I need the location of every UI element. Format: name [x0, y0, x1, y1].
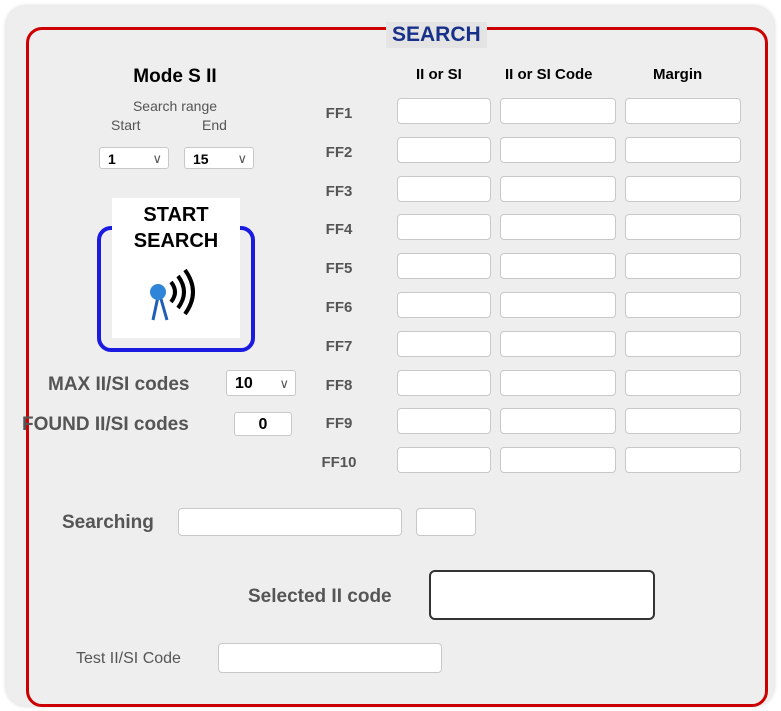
code-field[interactable]: [500, 253, 616, 279]
ii-or-si-field[interactable]: [397, 253, 491, 279]
code-field[interactable]: [500, 98, 616, 124]
start-search-label: START SEARCH: [112, 202, 240, 254]
panel-title: SEARCH: [386, 22, 487, 48]
ff-label: FF10: [321, 454, 357, 471]
margin-field[interactable]: [625, 214, 741, 240]
max-codes-select[interactable]: 10 ∨: [226, 370, 296, 396]
ff-label: FF8: [325, 377, 353, 394]
ff-label: FF3: [325, 183, 353, 200]
found-codes-value: 0: [234, 412, 292, 436]
code-field[interactable]: [500, 214, 616, 240]
start-search-line2: SEARCH: [133, 230, 219, 252]
found-codes-label: FOUND II/SI codes: [22, 414, 189, 435]
chevron-down-icon: ∨: [279, 376, 289, 391]
search-range-label: Search range: [132, 98, 218, 114]
searching-extra-field[interactable]: [416, 508, 476, 536]
margin-field[interactable]: [625, 447, 741, 473]
start-search-line1: START: [143, 204, 209, 226]
ff-label: FF2: [325, 144, 353, 161]
end-range-select[interactable]: 15 ∨: [184, 147, 254, 169]
end-range-value: 15: [193, 151, 209, 167]
code-field[interactable]: [500, 292, 616, 318]
ff-label: FF7: [325, 338, 353, 355]
end-label: End: [202, 117, 227, 133]
test-code-field[interactable]: [218, 643, 442, 673]
ff-label: FF1: [325, 105, 353, 122]
max-codes-label: MAX II/SI codes: [48, 374, 190, 395]
ii-or-si-field[interactable]: [397, 214, 491, 240]
code-field[interactable]: [500, 331, 616, 357]
ii-or-si-field[interactable]: [397, 176, 491, 202]
ff-label: FF9: [325, 415, 353, 432]
ff-label: FF5: [325, 260, 353, 277]
margin-field[interactable]: [625, 331, 741, 357]
code-field[interactable]: [500, 447, 616, 473]
start-range-select[interactable]: 1 ∨: [99, 147, 169, 169]
max-codes-value: 10: [235, 375, 253, 392]
code-field[interactable]: [500, 137, 616, 163]
radar-signal-icon: [150, 268, 195, 321]
ii-or-si-field[interactable]: [397, 292, 491, 318]
ff-label: FF6: [325, 299, 353, 316]
margin-field[interactable]: [625, 370, 741, 396]
ii-or-si-field[interactable]: [397, 447, 491, 473]
searching-label: Searching: [62, 512, 154, 533]
margin-field[interactable]: [625, 292, 741, 318]
mode-heading: Mode S II: [133, 66, 217, 87]
start-range-value: 1: [108, 151, 116, 167]
start-label: Start: [111, 117, 141, 133]
test-code-label: Test II/SI Code: [76, 650, 181, 667]
column-header-margin: Margin: [653, 66, 703, 83]
margin-field[interactable]: [625, 408, 741, 434]
margin-field[interactable]: [625, 176, 741, 202]
code-field[interactable]: [500, 370, 616, 396]
selected-code-field[interactable]: [429, 570, 655, 620]
ii-or-si-field[interactable]: [397, 370, 491, 396]
chevron-down-icon: ∨: [237, 151, 247, 166]
margin-field[interactable]: [625, 137, 741, 163]
ii-or-si-field[interactable]: [397, 137, 491, 163]
margin-field[interactable]: [625, 98, 741, 124]
code-field[interactable]: [500, 408, 616, 434]
column-header-ii-or-si: II or SI: [416, 66, 462, 83]
column-header-code: II or SI Code: [505, 66, 593, 83]
chevron-down-icon: ∨: [152, 151, 162, 166]
ii-or-si-field[interactable]: [397, 408, 491, 434]
searching-field[interactable]: [178, 508, 402, 536]
ii-or-si-field[interactable]: [397, 331, 491, 357]
margin-field[interactable]: [625, 253, 741, 279]
code-field[interactable]: [500, 176, 616, 202]
ff-label: FF4: [325, 221, 353, 238]
ii-or-si-field[interactable]: [397, 98, 491, 124]
selected-code-label: Selected II code: [248, 586, 392, 607]
